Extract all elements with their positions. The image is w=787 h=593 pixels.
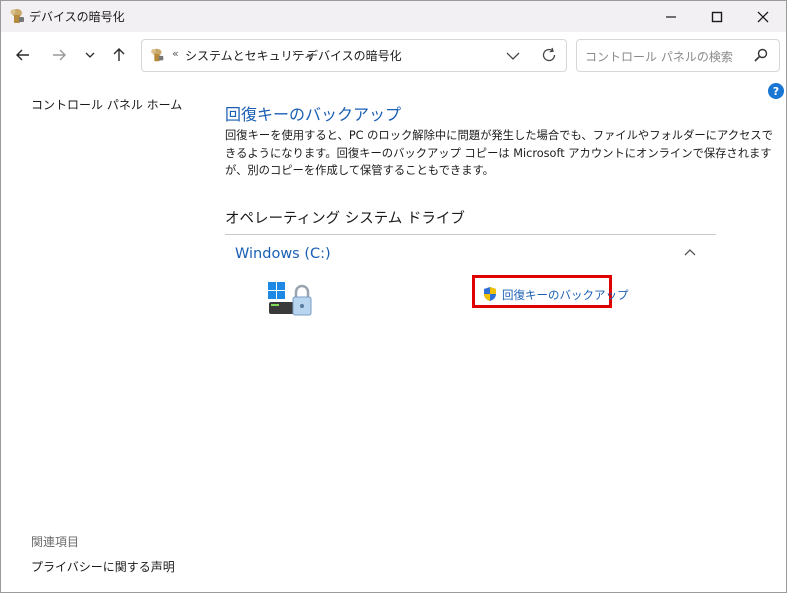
title-bar: デバイスの暗号化 [1, 1, 786, 32]
arrow-right-icon [53, 49, 66, 61]
description-text: 回復キーを使用すると、PC のロック解除中に問題が発生した場合でも、ファイルやフ… [225, 129, 773, 177]
search-box[interactable]: コントロール パネルの検索 [576, 39, 780, 72]
window-title: デバイスの暗号化 [29, 10, 125, 24]
drive-name: Windows (C:) [235, 246, 331, 262]
section-title: オペレーティング システム ドライブ [225, 211, 465, 227]
bitlocker-app-icon [10, 9, 24, 23]
refresh-icon[interactable] [540, 46, 558, 64]
chevron-up-icon[interactable] [683, 246, 697, 260]
close-icon [757, 11, 769, 22]
minimize-button[interactable] [648, 1, 694, 32]
address-bar[interactable]: « システムとセキュリティ › デバイスの暗号化 [141, 39, 567, 72]
uac-shield-icon [484, 287, 496, 301]
control-panel-home-link[interactable]: コントロール パネル ホーム [31, 96, 182, 113]
forward-button[interactable] [46, 42, 72, 68]
maximize-button[interactable] [694, 1, 740, 32]
navigation-bar: « システムとセキュリティ › デバイスの暗号化 コントロール パネルの検索 [1, 32, 786, 78]
recent-locations-button[interactable] [77, 42, 103, 68]
search-icon[interactable] [753, 47, 769, 63]
encrypted-drive-icon [268, 282, 312, 316]
address-dropdown-icon[interactable] [504, 47, 522, 65]
maximize-icon [711, 11, 723, 22]
chevron-down-icon [85, 52, 95, 58]
privacy-statement-link[interactable]: プライバシーに関する声明 [31, 558, 175, 575]
bitlocker-location-icon [151, 48, 164, 62]
breadcrumb-device-encryption[interactable]: デバイスの暗号化 [306, 47, 402, 64]
up-button[interactable] [106, 42, 132, 68]
section-divider [225, 234, 716, 235]
backup-recovery-key-link[interactable]: 回復キーのバックアップ [472, 275, 629, 308]
minimize-icon [666, 15, 676, 18]
back-button[interactable] [10, 42, 36, 68]
help-icon[interactable]: ? [768, 83, 784, 99]
related-items-heading: 関連項目 [31, 535, 80, 549]
backup-recovery-key-label[interactable]: 回復キーのバックアップ [502, 287, 629, 303]
page-title: 回復キーのバックアップ [225, 105, 402, 124]
close-button[interactable] [740, 1, 786, 32]
search-placeholder: コントロール パネルの検索 [585, 50, 733, 64]
address-overflow-chevron[interactable]: « [172, 47, 179, 60]
control-panel-window: デバイスの暗号化 « システムとセキュリティ › デバイスの暗号化 コントロール… [0, 0, 787, 593]
arrow-left-icon [16, 49, 29, 61]
arrow-up-icon [113, 48, 125, 61]
breadcrumb-separator[interactable]: › [292, 46, 297, 60]
